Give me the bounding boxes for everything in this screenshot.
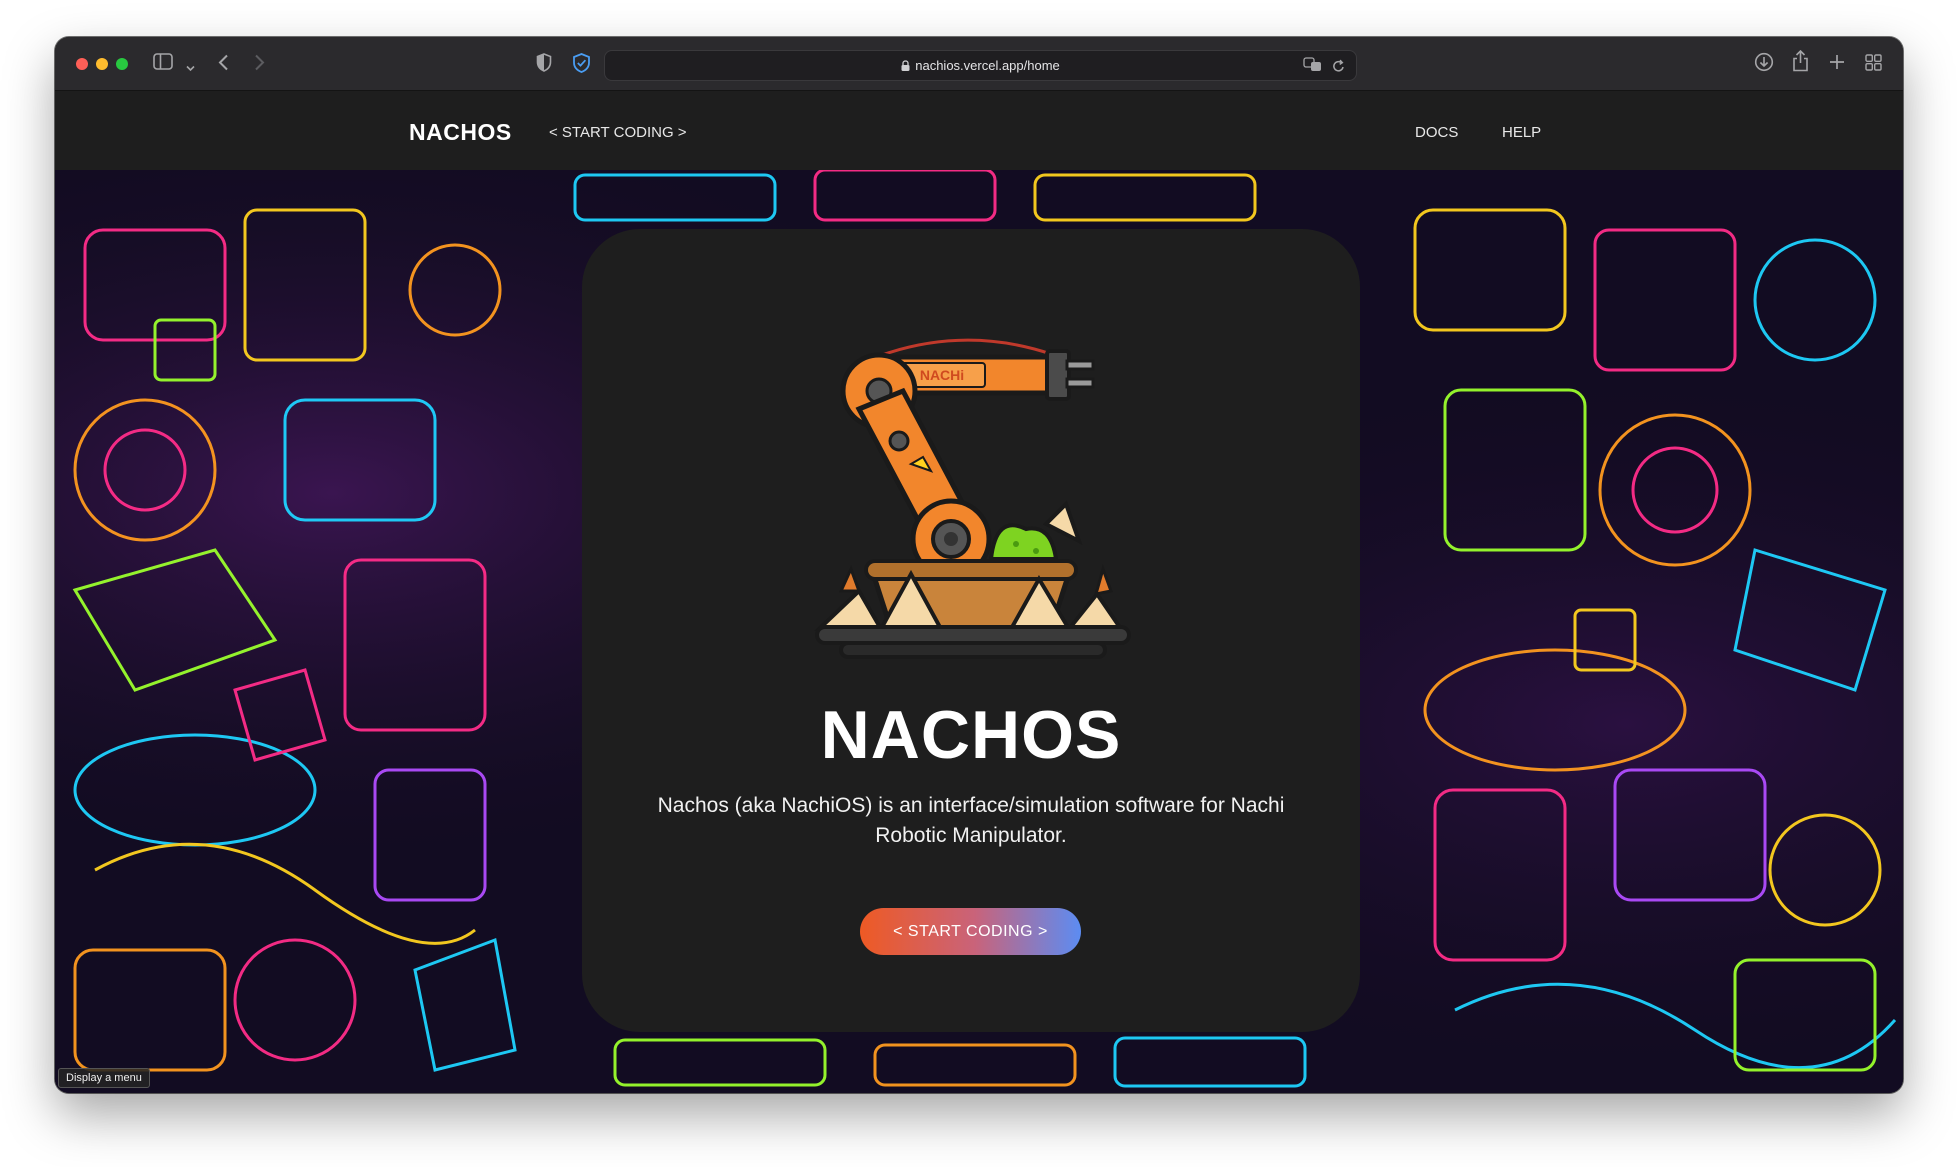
tab-overview-icon[interactable]	[1865, 54, 1882, 75]
reload-icon[interactable]	[1332, 58, 1345, 77]
nav-help-link[interactable]: HELP	[1502, 124, 1541, 141]
url-text: nachios.vercel.app/home	[605, 58, 1356, 74]
address-bar[interactable]: nachios.vercel.app/home	[604, 50, 1357, 81]
hero-description: Nachos (aka NachiOS) is an interface/sim…	[657, 794, 1285, 847]
shield-icon[interactable]	[536, 53, 552, 76]
close-window-button[interactable]	[76, 58, 88, 70]
site-navbar: NACHOS < START CODING > DOCS HELP	[55, 91, 1903, 170]
maximize-window-button[interactable]	[116, 58, 128, 70]
robot-nachos-logo: NACHi	[813, 338, 1131, 659]
download-icon[interactable]	[1754, 52, 1774, 76]
url-value: nachios.vercel.app/home	[915, 58, 1060, 73]
hero-title: NACHOS	[820, 697, 1122, 773]
privacy-shield-icon[interactable]	[572, 53, 591, 77]
lock-icon	[901, 59, 910, 74]
sidebar-icon[interactable]	[153, 53, 173, 74]
display-menu-tooltip: Display a menu	[58, 1068, 150, 1088]
back-icon[interactable]	[218, 54, 229, 75]
hero-section: NACHi NACHOS Nachos (aka NachiOS) is an …	[55, 170, 1903, 1093]
forward-icon[interactable]	[254, 54, 265, 75]
share-icon[interactable]	[1792, 49, 1809, 76]
browser-toolbar: nachios.vercel.app/home	[55, 37, 1903, 91]
robot-arm-label: NACHi	[920, 367, 964, 383]
minimize-window-button[interactable]	[96, 58, 108, 70]
browser-window: nachios.vercel.app/home NACHOS < START C…	[55, 37, 1903, 1093]
nav-start-coding-link[interactable]: < START CODING >	[549, 124, 687, 141]
translate-icon[interactable]	[1303, 57, 1322, 76]
chevron-down-icon[interactable]	[186, 57, 195, 76]
start-coding-button[interactable]: < START CODING >	[860, 908, 1081, 955]
new-tab-icon[interactable]	[1829, 54, 1845, 74]
hero-card: NACHi NACHOS Nachos (aka NachiOS) is an …	[582, 229, 1360, 1032]
brand-logo-text[interactable]: NACHOS	[409, 119, 512, 146]
nav-docs-link[interactable]: DOCS	[1415, 124, 1458, 141]
